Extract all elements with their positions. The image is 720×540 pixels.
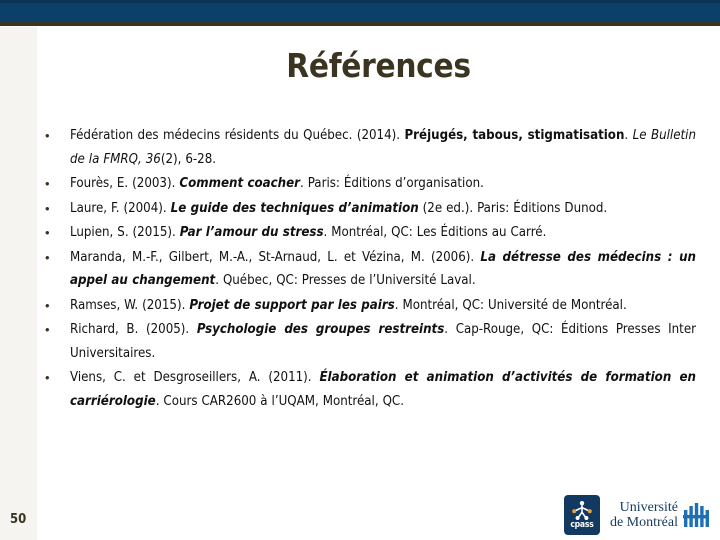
bullet-icon (40, 197, 70, 221)
reference-text: Viens, C. et Desgroseillers, A. (2011). … (70, 370, 696, 409)
reference-item: Fédération des médecins résidents du Qué… (40, 124, 696, 171)
udem-crest-icon (683, 503, 709, 527)
slide: Références Fédération des médecins résid… (0, 0, 720, 540)
bullet-icon (40, 246, 70, 270)
header-rule-highlight (0, 26, 720, 27)
cpass-figure-icon (572, 501, 592, 520)
bullet-icon (40, 172, 70, 196)
reference-item: Fourès, E. (2003). Comment coacher. Pari… (40, 172, 696, 196)
reference-item: Lupien, S. (2015). Par l’amour du stress… (40, 221, 696, 245)
reference-text: Fédération des médecins résidents du Qué… (70, 128, 696, 167)
udem-wordmark-line1: Université (619, 500, 678, 515)
reference-text: Laure, F. (2004). Le guide des technique… (70, 200, 608, 216)
cpass-logo: cpass (563, 495, 600, 535)
references-list: Fédération des médecins résidents du Qué… (40, 124, 696, 414)
udem-logo: Université de Montréal (610, 500, 710, 530)
cpass-wordmark: cpass (570, 520, 594, 530)
reference-item: Ramses, W. (2015). Projet de support par… (40, 294, 696, 318)
bullet-icon (40, 124, 70, 148)
reference-text: Lupien, S. (2015). Par l’amour du stress… (70, 225, 547, 240)
reference-text: Fourès, E. (2003). Comment coacher. Pari… (70, 176, 484, 191)
udem-wordmark-line2: de Montréal (609, 515, 678, 530)
bullet-icon (40, 221, 70, 245)
reference-text: Richard, B. (2005). Psychologie des grou… (70, 322, 697, 361)
reference-item: Maranda, M.-F., Gilbert, M.-A., St-Arnau… (40, 246, 696, 293)
page-title: Références (286, 46, 471, 85)
left-accent-strip (0, 27, 37, 540)
reference-item: Viens, C. et Desgroseillers, A. (2011). … (40, 366, 696, 413)
page-number: 50 (10, 512, 27, 527)
udem-wordmark: Université de Montréal (610, 500, 678, 530)
footer-logos: cpass Université de Montréal (563, 494, 710, 536)
bullet-icon (40, 318, 70, 342)
bullet-icon (40, 294, 70, 318)
reference-item: Richard, B. (2005). Psychologie des grou… (40, 318, 696, 365)
bullet-icon (40, 366, 70, 390)
reference-text: Maranda, M.-F., Gilbert, M.-A., St-Arnau… (70, 249, 696, 289)
reference-item: Laure, F. (2004). Le guide des technique… (40, 197, 696, 221)
reference-text: Ramses, W. (2015). Projet de support par… (70, 297, 627, 313)
